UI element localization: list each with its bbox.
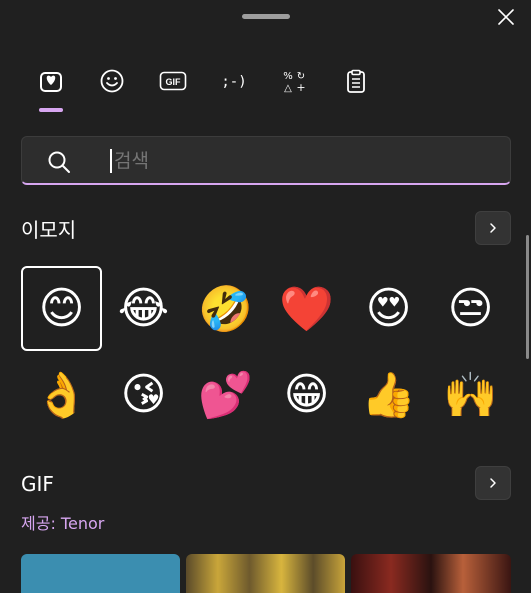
search-icon	[48, 151, 70, 173]
emoji-cell[interactable]: 😁	[266, 352, 347, 437]
emoji-cell[interactable]: 😒	[430, 266, 511, 351]
gif-thumbnail[interactable]	[21, 554, 180, 593]
emoji-cell[interactable]: 🤣	[185, 266, 266, 351]
tab-emoji[interactable]	[92, 62, 132, 100]
smiley-icon	[100, 69, 124, 93]
emoji-cell[interactable]: 😘	[103, 352, 184, 437]
emoji-cell[interactable]: 💕	[185, 352, 266, 437]
close-icon	[498, 9, 514, 25]
kaomoji-icon: ;-)	[221, 74, 246, 90]
search-input[interactable]	[114, 145, 494, 177]
emoji-cell[interactable]: 🙌	[430, 352, 511, 437]
gif-thumbnail[interactable]	[351, 554, 511, 593]
clipboard-history-icon	[347, 69, 365, 93]
tab-clipboard[interactable]	[336, 62, 376, 100]
chevron-right-icon	[490, 223, 496, 233]
emoji-cell[interactable]: 👌	[21, 352, 102, 437]
emoji-cell[interactable]: 😂	[103, 266, 184, 351]
active-tab-indicator	[39, 108, 63, 112]
gif-provider-label: 제공: Tenor	[21, 514, 105, 533]
emoji-cell[interactable]: 😊	[21, 266, 102, 351]
svg-text:+: +	[296, 81, 305, 94]
emoji-cell[interactable]: 👍	[348, 352, 429, 437]
gif-thumbnail[interactable]	[186, 554, 345, 593]
svg-text:△: △	[284, 83, 292, 94]
emoji-cell[interactable]: 😍	[348, 266, 429, 351]
emoji-section-title: 이모지	[21, 218, 77, 242]
gif-icon: GIF	[159, 71, 187, 91]
chevron-right-icon	[490, 478, 496, 488]
tab-favorites[interactable]	[31, 62, 71, 100]
tab-symbols[interactable]: % ↻ △ +	[275, 62, 315, 100]
emoji-cell[interactable]: ❤️	[266, 266, 347, 351]
gif-see-more-button[interactable]	[475, 466, 511, 500]
close-button[interactable]	[492, 4, 520, 30]
text-caret	[110, 149, 112, 173]
tab-kaomoji-label: ;-)	[221, 74, 246, 90]
tab-kaomoji[interactable]: ;-)	[214, 62, 254, 100]
heart-clipboard-icon	[40, 72, 62, 92]
search-box[interactable]	[21, 136, 511, 185]
tab-bar: GIF ;-) % ↻ △ +	[0, 62, 531, 112]
symbols-icon: % ↻ △ +	[283, 71, 305, 94]
scrollbar[interactable]	[526, 235, 529, 359]
emoji-see-more-button[interactable]	[475, 211, 511, 245]
gif-section-title: GIF	[21, 472, 54, 496]
svg-text:%: %	[283, 71, 293, 82]
tab-gif[interactable]: GIF	[153, 62, 193, 100]
gif-thumbnail-row	[21, 554, 511, 593]
drag-handle[interactable]	[242, 14, 290, 19]
tab-gif-label: GIF	[166, 77, 182, 87]
